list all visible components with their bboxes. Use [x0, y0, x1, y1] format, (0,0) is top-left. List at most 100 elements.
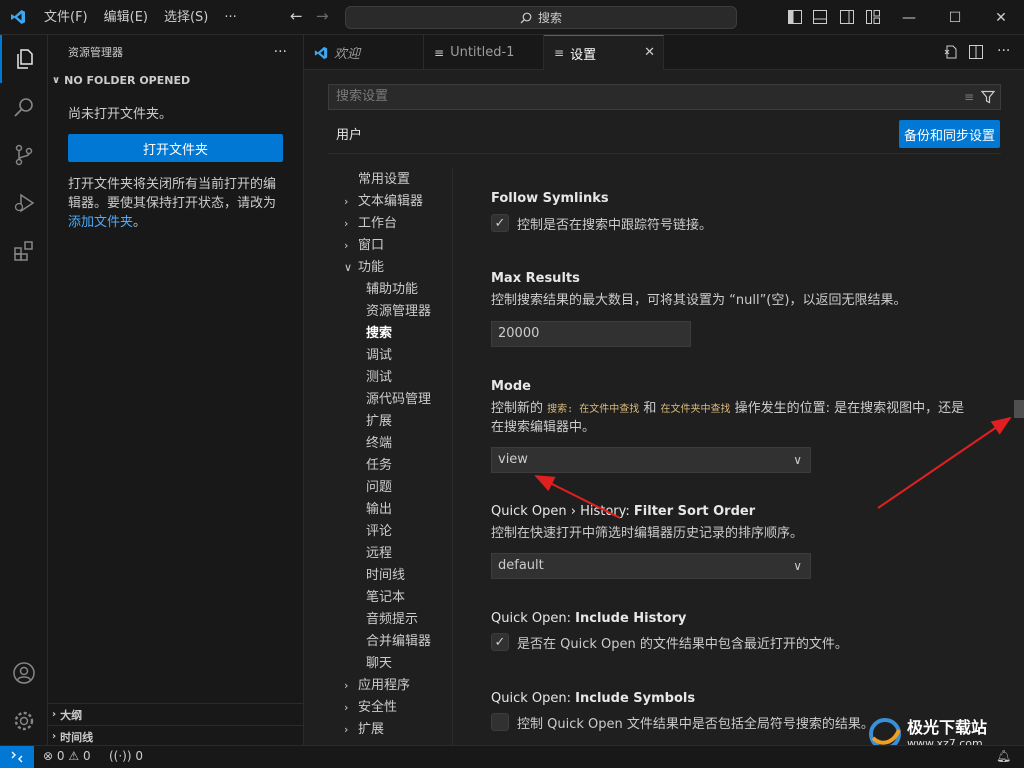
setting-prefix: Quick Open › History: [491, 504, 634, 519]
mode-desc-pre: 控制新的 [491, 401, 544, 416]
extensions-icon[interactable] [0, 227, 48, 275]
toc-item-label: 笔记本 [366, 590, 406, 605]
no-folder-section-header[interactable]: ∨ NO FOLDER OPENED [48, 70, 303, 92]
toc-item[interactable]: › 窗口 [344, 234, 384, 253]
toc-item[interactable]: ∨ 功能 [344, 256, 384, 275]
error-count: 0 [56, 749, 65, 763]
toggle-secondary-sidebar-icon[interactable] [840, 10, 854, 24]
include-history-title: Quick Open: Include History [491, 611, 686, 626]
toc-item[interactable]: 远程 [366, 542, 392, 561]
remote-indicator-icon[interactable] [0, 746, 34, 768]
tab-untitled[interactable]: ≡ Untitled-1 [424, 35, 544, 70]
menu-selection[interactable]: 选择(S) [156, 0, 216, 35]
filter-icon[interactable] [981, 90, 995, 104]
toc-item[interactable]: 时间线 [366, 564, 405, 583]
toc-item[interactable]: 合并编辑器 [366, 630, 431, 649]
follow-symlinks-checkbox[interactable]: ✓ [491, 214, 509, 232]
run-debug-icon[interactable] [0, 179, 48, 227]
tab-label: 设置 [570, 47, 597, 63]
toc-item[interactable]: › 工作台 [344, 212, 397, 231]
toc-item[interactable]: › 文本编辑器 [344, 190, 423, 209]
clear-filter-icon[interactable]: ≡ [964, 85, 974, 109]
outline-section-header[interactable]: › 大纲 [48, 703, 304, 725]
backup-sync-button[interactable]: 备份和同步设置 [899, 120, 1000, 148]
toc-item[interactable]: 聊天 [366, 652, 392, 671]
toc-item[interactable]: 音频提示 [366, 608, 418, 627]
sidebar-more-icon[interactable]: ··· [274, 35, 287, 70]
toc-item[interactable]: 测试 [366, 366, 392, 385]
include-history-checkbox[interactable]: ✓ [491, 633, 509, 651]
toc-item-label: 输出 [366, 502, 393, 517]
toc-item[interactable]: 源代码管理 [366, 388, 431, 407]
toc-item[interactable]: 问题 [366, 476, 392, 495]
tab-user-settings[interactable]: 用户 [328, 124, 371, 154]
chevron-right-icon: › [52, 709, 57, 720]
toggle-primary-sidebar-icon[interactable] [788, 10, 802, 24]
setting-name: Filter Sort Order [633, 504, 756, 519]
menu-edit[interactable]: 编辑(E) [96, 0, 156, 35]
chevron-right-icon: › [344, 723, 349, 736]
menu-more[interactable]: ··· [216, 0, 244, 35]
back-arrow-icon[interactable]: ← [290, 7, 303, 25]
scrollbar-thumb[interactable] [1014, 400, 1024, 418]
toc-item-label: 源代码管理 [366, 392, 432, 407]
menu-file[interactable]: 文件(F) [36, 0, 96, 35]
include-symbols-title: Quick Open: Include Symbols [491, 691, 695, 706]
section-label: NO FOLDER OPENED [64, 74, 191, 87]
tab-settings[interactable]: ≡ 设置 ✕ [544, 35, 664, 70]
forward-arrow-icon[interactable]: → [316, 7, 329, 25]
toc-item[interactable]: 常用设置 [344, 168, 410, 187]
toc-item[interactable]: 调试 [366, 344, 392, 363]
toc-item[interactable]: 评论 [366, 520, 392, 539]
include-symbols-checkbox[interactable] [491, 713, 509, 731]
timeline-section-header[interactable]: › 时间线 [48, 725, 304, 747]
close-icon[interactable]: ✕ [644, 45, 655, 60]
ports-indicator[interactable]: ((·)) 0 [109, 749, 143, 763]
accounts-icon[interactable] [0, 649, 48, 697]
editor-more-icon[interactable]: ··· [997, 43, 1010, 59]
toc-item[interactable]: 输出 [366, 498, 392, 517]
mode-desc-line2: 在搜索编辑器中。 [491, 420, 596, 435]
manage-gear-icon[interactable] [0, 697, 48, 745]
toc-item[interactable]: 资源管理器 [366, 300, 431, 319]
customize-layout-icon[interactable] [866, 10, 880, 24]
setting-name: Include History [575, 611, 687, 626]
include-history-label: 是否在 Quick Open 的文件结果中包含最近打开的文件。 [517, 637, 848, 652]
quick-open-sort-desc: 控制在快速打开中筛选时编辑器历史记录的排序顺序。 [491, 526, 804, 541]
sort-order-select[interactable]: default ∨ [491, 553, 811, 579]
tab-label: 欢迎 [334, 47, 361, 62]
search-view-icon[interactable] [0, 83, 48, 131]
toc-item[interactable]: 任务 [366, 454, 392, 473]
toc-item[interactable]: › 扩展 [344, 718, 384, 737]
max-results-input[interactable]: 20000 [491, 321, 691, 347]
close-window-icon[interactable]: ✕ [978, 0, 1024, 35]
toc-item[interactable]: 笔记本 [366, 586, 405, 605]
toc-item[interactable]: › 安全性 [344, 696, 397, 715]
problems-indicator[interactable]: ⊗ 0 ⚠ 0 [43, 749, 91, 763]
timeline-label: 时间线 [60, 730, 94, 744]
mode-desc-mid: 和 [643, 401, 657, 416]
toc-item[interactable]: 终端 [366, 432, 392, 451]
explorer-icon[interactable] [0, 35, 48, 83]
chevron-down-icon: ∨ [344, 261, 353, 274]
tab-welcome[interactable]: 欢迎 [304, 35, 424, 70]
command-center-label: 搜索 [537, 11, 562, 25]
notifications-bell-icon[interactable]: 🔔︎ [996, 749, 1011, 763]
mode-select[interactable]: view ∨ [491, 447, 811, 473]
toc-item[interactable]: 辅助功能 [366, 278, 418, 297]
source-control-icon[interactable] [0, 131, 48, 179]
add-folder-link[interactable]: 添加文件夹 [68, 215, 133, 230]
toc-item[interactable]: 扩展 [366, 410, 392, 429]
toc-item[interactable]: › 应用程序 [344, 674, 410, 693]
maximize-icon[interactable]: ☐ [932, 0, 978, 35]
split-editor-icon[interactable] [969, 45, 983, 59]
toggle-panel-icon[interactable] [813, 10, 827, 24]
open-settings-json-icon[interactable] [944, 45, 958, 59]
check-icon: ✓ [494, 634, 506, 650]
toc-item[interactable]: 搜索 [366, 322, 392, 341]
settings-search-input[interactable]: 搜索设置 ≡ [328, 84, 1001, 110]
warning-count: 0 [82, 749, 91, 763]
minimize-icon[interactable]: — [886, 0, 932, 35]
open-folder-button[interactable]: 打开文件夹 [68, 134, 283, 162]
command-center-search[interactable]: 搜索 [345, 6, 737, 29]
